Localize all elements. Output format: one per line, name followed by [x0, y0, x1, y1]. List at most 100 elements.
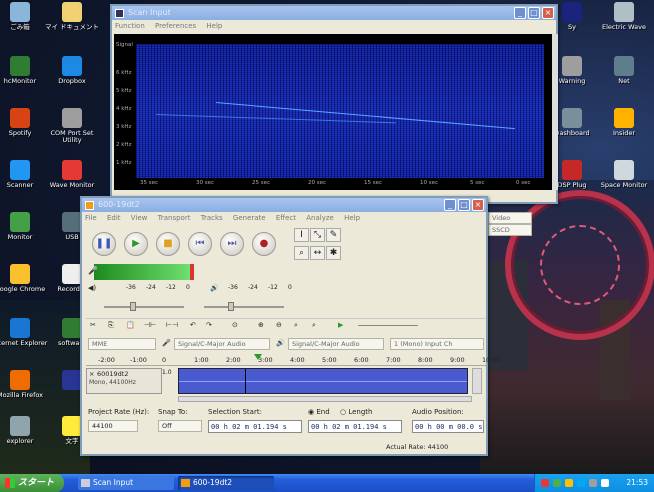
menu-help[interactable]: Help	[206, 22, 222, 30]
audio-host-select[interactable]: MME	[88, 338, 156, 350]
menu-edit[interactable]: Edit	[107, 214, 121, 222]
playhead-marker[interactable]	[254, 354, 262, 360]
playback-device-select[interactable]: Signal/C-Major Audio	[288, 338, 384, 350]
meter-tick: 0	[288, 284, 292, 291]
desktop-icon[interactable]: マイ ドキュメント	[42, 2, 102, 31]
undo-icon[interactable]: ↶	[190, 321, 196, 329]
horizontal-scrollbar[interactable]	[178, 396, 472, 402]
pause-button[interactable]: ❚❚	[92, 232, 116, 256]
waveform-track[interactable]	[178, 368, 468, 394]
project-rate-select[interactable]: 44100	[88, 420, 138, 432]
multi-tool-icon[interactable]: ✱	[326, 246, 341, 260]
end-radio[interactable]: ◉ End	[308, 408, 330, 416]
tray-icon[interactable]	[553, 479, 561, 487]
zoom-tool-icon[interactable]: ⌕	[294, 246, 309, 260]
x-axis-label: 30 sec	[196, 180, 215, 186]
clock[interactable]: 21:53	[626, 474, 648, 492]
scan-scrollbar[interactable]	[552, 34, 558, 190]
menu-transport[interactable]: Transport	[158, 214, 191, 222]
close-button[interactable]: ×	[542, 7, 554, 19]
input-volume-slider[interactable]	[204, 306, 284, 308]
selection-start-field[interactable]: 00 h 02 m 01.194 s	[208, 420, 302, 433]
audio-position-field[interactable]: 00 h 00 m 00.0 s	[412, 420, 484, 433]
taskbar-button-scan-input[interactable]: Scan Input	[78, 476, 174, 490]
record-button[interactable]: ●	[252, 232, 276, 256]
desktop-icon[interactable]: Electric Wave	[594, 2, 654, 31]
length-label: Length	[348, 408, 373, 416]
menu-analyze[interactable]: Analyze	[306, 214, 334, 222]
track-name[interactable]: 60019dt2	[97, 370, 129, 378]
timeline-tick: 8:00	[418, 356, 433, 364]
desktop-icon[interactable]: Space Monitor	[594, 160, 654, 189]
desktop-icon-label: COM Port Set Utility	[50, 129, 94, 144]
skip-end-button[interactable]: ⏭	[220, 232, 244, 256]
maximize-button[interactable]: □	[458, 199, 470, 211]
scan-window-titlebar[interactable]: Scan Input _ □ ×	[112, 6, 556, 20]
desktop-icon[interactable]: Insider	[594, 108, 654, 137]
envelope-tool-icon[interactable]: ⤡	[310, 228, 325, 242]
tray-icon[interactable]	[589, 479, 597, 487]
menu-help[interactable]: Help	[344, 214, 360, 222]
stop-button[interactable]: ■	[156, 232, 180, 256]
selection-end-field[interactable]: 00 h 02 m 01.194 s	[308, 420, 402, 433]
redo-icon[interactable]: ↷	[206, 321, 212, 329]
minimize-button[interactable]: _	[514, 7, 526, 19]
menu-effect[interactable]: Effect	[276, 214, 296, 222]
menu-view[interactable]: View	[131, 214, 148, 222]
start-button[interactable]: スタート	[0, 474, 64, 492]
zoom-out-icon[interactable]: ⊖	[276, 321, 282, 329]
paste-icon[interactable]: 📋	[126, 321, 135, 329]
close-button[interactable]: ×	[472, 199, 484, 211]
track-vertical-scrollbar[interactable]	[472, 368, 482, 394]
taskbar-button-audacity[interactable]: 600-19dt2	[178, 476, 274, 490]
silence-icon[interactable]: ⊢⊣	[166, 321, 178, 329]
desktop-icon-label: マイ ドキュメント	[44, 23, 100, 31]
volume-icon[interactable]	[601, 479, 609, 487]
record-meter-bar	[94, 272, 190, 280]
desktop-icon[interactable]: Dropbox	[42, 56, 102, 85]
snap-to-select[interactable]: Off	[158, 420, 202, 432]
track-close-icon[interactable]: ×	[89, 370, 94, 378]
menu-generate[interactable]: Generate	[233, 214, 266, 222]
draw-tool-icon[interactable]: ✎	[326, 228, 341, 242]
selection-tool-icon[interactable]: I	[294, 228, 309, 242]
output-volume-slider[interactable]	[104, 306, 184, 308]
trim-icon[interactable]: ⊣⊢	[144, 321, 156, 329]
speaker-icon[interactable]: ◀)	[88, 284, 96, 292]
sscd-button[interactable]: SSCD	[488, 224, 532, 236]
sync-lock-icon[interactable]: ⊙	[232, 321, 238, 329]
playback-meter-icon[interactable]: 🔊	[210, 284, 219, 292]
tray-icon[interactable]	[565, 479, 573, 487]
skip-start-button[interactable]: ⏮	[188, 232, 212, 256]
cut-icon[interactable]: ✂	[90, 321, 96, 329]
play-at-speed-icon[interactable]: ▶	[338, 321, 343, 329]
timeline-ruler[interactable]: -2:00 -1:00 0 1:00 2:00 3:00 4:00 5:00 6:00 7:00 8…	[86, 354, 501, 366]
length-radio[interactable]: ○ Length	[340, 408, 373, 416]
channels-select[interactable]: 1 (Mono) Input Ch	[390, 338, 484, 350]
recording-device-select[interactable]: Signal/C-Major Audio	[174, 338, 270, 350]
desktop-icon[interactable]: COM Port Set Utility	[42, 108, 102, 144]
waterfall-spectrogram[interactable]	[136, 44, 544, 178]
timeshift-tool-icon[interactable]: ↔	[310, 246, 325, 260]
menu-tracks[interactable]: Tracks	[201, 214, 223, 222]
video-button[interactable]: Video	[488, 212, 532, 224]
slider-thumb[interactable]	[228, 302, 234, 311]
audacity-titlebar[interactable]: 600-19dt2 _ □ ×	[82, 198, 486, 212]
fit-project-icon[interactable]: ⌕	[312, 321, 316, 330]
desktop-icon[interactable]: Net	[594, 56, 654, 85]
slider-thumb[interactable]	[130, 302, 136, 311]
minimize-button[interactable]: _	[444, 199, 456, 211]
fit-selection-icon[interactable]: ⌕	[294, 321, 298, 330]
zoom-in-icon[interactable]: ⊕	[258, 321, 264, 329]
menu-preferences[interactable]: Preferences	[155, 22, 196, 30]
tray-icon[interactable]	[577, 479, 585, 487]
copy-icon[interactable]: ⎘	[108, 321, 114, 330]
menu-function[interactable]: Function	[115, 22, 145, 30]
play-button[interactable]: ▶	[124, 232, 148, 256]
desktop-icon[interactable]: Wave Monitor	[42, 160, 102, 189]
tray-icon[interactable]	[541, 479, 549, 487]
play-speed-slider[interactable]	[358, 325, 418, 326]
maximize-button[interactable]: □	[528, 7, 540, 19]
menu-file[interactable]: File	[85, 214, 97, 222]
microphone-icon: 🎤	[88, 266, 98, 275]
